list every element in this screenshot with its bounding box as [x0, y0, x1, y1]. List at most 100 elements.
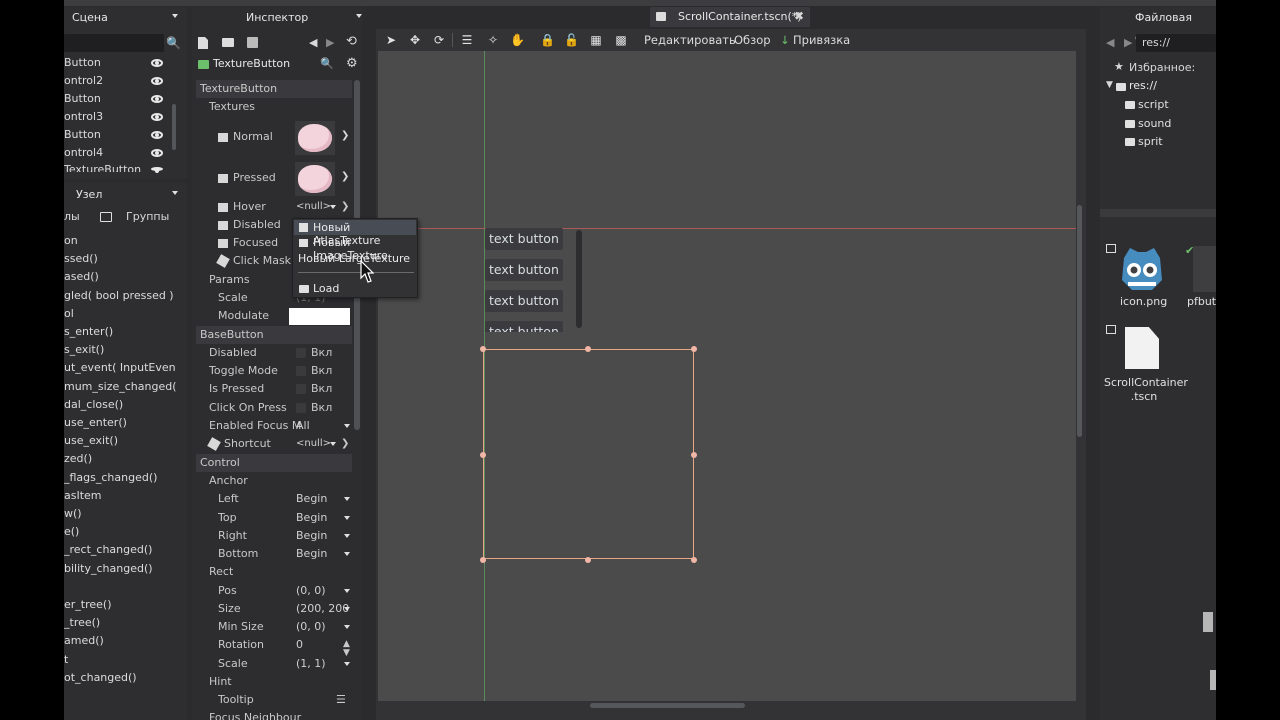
rect-scale-value[interactable]: (1, 1)	[296, 655, 326, 673]
edit-menu[interactable]: Редактировать	[644, 33, 736, 47]
fs-folder-item[interactable]: script	[1138, 98, 1169, 111]
prop-rect-scale[interactable]: Scale (1, 1)	[196, 655, 352, 673]
new-resource-icon[interactable]	[198, 37, 208, 49]
expand-arrow-icon[interactable]: ▼	[1106, 80, 1113, 90]
prop-tooltip[interactable]: Tooltip ☰	[196, 691, 352, 709]
node-menu-arrow[interactable]	[172, 191, 178, 195]
section-texture-button[interactable]: TextureButton	[196, 80, 352, 98]
prop-anchor-right[interactable]: Right Begin	[196, 527, 352, 545]
resize-handle[interactable]	[585, 346, 591, 352]
hscroll-thumb[interactable]	[590, 703, 745, 708]
signal-item[interactable]: ot_changed()	[64, 669, 176, 687]
history-icon[interactable]: ⟲	[346, 34, 357, 49]
open-folder-icon[interactable]	[222, 38, 234, 47]
visibility-eye-icon[interactable]	[151, 113, 163, 121]
text-button[interactable]: text button	[485, 228, 563, 250]
chevron-right-icon[interactable]: ❯	[341, 435, 349, 453]
section-rect[interactable]: Rect	[196, 563, 352, 581]
chevron-right-icon[interactable]: ❯	[341, 171, 349, 182]
menu-item-new-large-texture[interactable]: Новый LargeTexture	[298, 252, 410, 265]
chevron-down-icon[interactable]	[344, 662, 350, 666]
chevron-down-icon[interactable]	[344, 534, 350, 538]
tab-scroll-container[interactable]: ScrollContainer.tscn(*) ✖	[650, 7, 810, 27]
signal-item[interactable]: ol	[64, 305, 176, 323]
pivot-tool-icon[interactable]: ✧	[486, 33, 500, 47]
canvas-2d[interactable]: text button text button text button text bu…	[378, 51, 1076, 701]
pressed-texture-preview[interactable]	[295, 162, 335, 196]
history-back-icon[interactable]: ◀	[309, 36, 317, 49]
signal-item[interactable]	[64, 578, 176, 596]
tab-scene[interactable]: Сцена	[72, 8, 108, 28]
prop-base-disabled[interactable]: Disabled Вкл	[196, 344, 352, 362]
move-tool-icon[interactable]: ✥	[408, 33, 422, 47]
signal-item[interactable]: gled( bool pressed )	[64, 287, 176, 305]
edit-text-icon[interactable]: ☰	[336, 691, 346, 709]
signal-item[interactable]: t	[64, 651, 176, 669]
chevron-down-icon[interactable]	[344, 424, 350, 428]
resize-handle[interactable]	[585, 557, 591, 563]
modulate-color-swatch[interactable]	[289, 308, 350, 325]
signal-item[interactable]: use_enter()	[64, 414, 176, 432]
chevron-right-icon[interactable]: ❯	[341, 130, 349, 141]
file-icon-png[interactable]: icon.png	[1120, 295, 1167, 308]
prop-focus-mode[interactable]: Enabled Focus M All	[196, 417, 352, 435]
lock-icon[interactable]: 🔒	[540, 33, 555, 47]
signal-item[interactable]: ssed()	[64, 250, 176, 268]
visibility-eye-icon[interactable]	[151, 167, 163, 173]
signal-item[interactable]: amed()	[64, 632, 176, 650]
prop-is-pressed[interactable]: Is Pressed Вкл	[196, 380, 352, 398]
prop-toggle-mode[interactable]: Toggle Mode Вкл	[196, 362, 352, 380]
view-menu[interactable]: Обзор	[734, 33, 771, 47]
prop-size[interactable]: Size (200, 200	[196, 600, 352, 618]
section-control[interactable]: Control	[196, 454, 352, 472]
tab-filesystem[interactable]: Файловая систе	[1135, 8, 1216, 44]
rotation-value[interactable]: 0	[296, 636, 303, 654]
godot-icon-thumbnail[interactable]	[1118, 244, 1166, 294]
pfbutton-thumbnail[interactable]	[1193, 246, 1216, 292]
select-tool-icon[interactable]: ➤	[384, 33, 398, 47]
back-icon[interactable]: ◀	[1106, 36, 1114, 49]
ungroup-icon[interactable]: ▩	[614, 33, 628, 47]
signal-item[interactable]: s_exit()	[64, 341, 176, 359]
resize-handle[interactable]	[480, 557, 486, 563]
section-textures[interactable]: Textures	[196, 98, 352, 116]
gear-icon[interactable]: ⚙	[346, 56, 358, 71]
text-button[interactable]: text button	[485, 321, 563, 332]
prop-hover[interactable]: Hover <null> ❯	[196, 198, 352, 216]
prop-pos[interactable]: Pos (0, 0)	[196, 582, 352, 600]
normal-texture-preview[interactable]	[295, 121, 335, 155]
signal-item[interactable]: asItem	[64, 487, 176, 505]
signal-item[interactable]: bility_changed()	[64, 560, 176, 578]
signal-item[interactable]: ased()	[64, 268, 176, 286]
prop-click-on-press[interactable]: Click On Press Вкл	[196, 399, 352, 417]
tab-signals[interactable]: лы	[64, 210, 80, 223]
selected-texture-button-rect[interactable]	[483, 349, 694, 559]
signal-item[interactable]: _tree()	[64, 614, 176, 632]
focus-mode-value[interactable]: All	[296, 417, 310, 435]
fs-folder-item[interactable]: sound	[1138, 117, 1171, 130]
resize-handle[interactable]	[691, 346, 697, 352]
text-button[interactable]: text button	[485, 259, 563, 281]
chevron-down-icon[interactable]	[344, 497, 350, 501]
document-icon[interactable]	[1125, 327, 1159, 369]
signal-item[interactable]: zed()	[64, 450, 176, 468]
hover-value[interactable]: <null>	[296, 198, 331, 216]
favorites-label[interactable]: Избранное:	[1129, 61, 1195, 74]
chevron-down-icon[interactable]	[344, 589, 350, 593]
is-pressed-checkbox[interactable]	[296, 384, 306, 394]
chevron-right-icon[interactable]: ❯	[341, 198, 349, 216]
section-base-button[interactable]: BaseButton	[196, 326, 352, 344]
prop-min-size[interactable]: Min Size (0, 0)	[196, 618, 352, 636]
save-icon[interactable]	[247, 37, 258, 48]
history-forward-icon[interactable]: ▶	[326, 36, 334, 49]
scene-filter-input[interactable]	[64, 34, 164, 52]
signal-item[interactable]: dal_close()	[64, 396, 176, 414]
chevron-down-icon[interactable]	[330, 442, 336, 446]
signal-item[interactable]: w()	[64, 505, 176, 523]
close-icon[interactable]: ✖	[794, 9, 804, 23]
menu-item-load[interactable]: Load	[313, 282, 339, 295]
inspector-menu-arrow[interactable]	[356, 14, 362, 18]
scroll-container-scrollbar[interactable]	[576, 230, 582, 328]
prop-anchor-top[interactable]: Top Begin	[196, 509, 352, 527]
section-focus-neighbour[interactable]: Focus Neighbour	[196, 709, 352, 720]
